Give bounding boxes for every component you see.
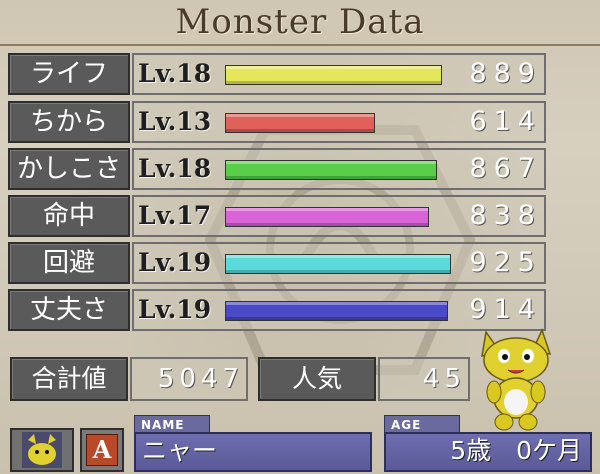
title-divider	[0, 44, 600, 46]
popularity-label: 人気	[258, 357, 376, 401]
stat-value: 925	[469, 247, 542, 278]
name-field[interactable]: ニャー	[134, 432, 372, 472]
stat-label: ちから	[8, 101, 130, 143]
stat-row-defense: 丈夫さ Lv.19 914	[8, 289, 546, 331]
popularity-value: 45	[378, 357, 470, 401]
stat-label: かしこさ	[8, 148, 130, 190]
stat-value: 614	[469, 106, 542, 137]
stat-row-power: ちから Lv.13 614	[8, 101, 546, 143]
stat-row-accuracy: 命中 Lv.17 838	[8, 195, 546, 237]
stat-level: Lv.19	[138, 248, 212, 277]
letter-a-button[interactable]: A	[80, 428, 124, 472]
monster-portrait	[481, 327, 552, 431]
stat-label: 回避	[8, 242, 130, 284]
stat-value: 838	[469, 200, 542, 231]
stat-level: Lv.19	[138, 295, 212, 324]
stat-bar	[225, 207, 429, 227]
stat-value: 914	[469, 294, 542, 325]
stat-bar	[225, 160, 437, 180]
stat-label: ライフ	[8, 53, 130, 95]
stat-row-life: ライフ Lv.18 889	[8, 53, 546, 95]
stat-row-evasion: 回避 Lv.19 925	[8, 242, 546, 284]
stat-level: Lv.17	[138, 201, 212, 230]
stat-label: 丈夫さ	[8, 289, 130, 331]
total-label: 合計値	[10, 357, 128, 401]
age-field: 5歳 0ケ月	[384, 432, 592, 472]
total-value: 5047	[130, 357, 248, 401]
stat-label: 命中	[8, 195, 130, 237]
letter-a-badge: A	[86, 434, 118, 466]
stat-value: 867	[469, 153, 542, 184]
stat-level: Lv.18	[138, 59, 212, 88]
stat-bar	[225, 254, 451, 274]
stat-row-intelligence: かしこさ Lv.18 867	[8, 148, 546, 190]
stat-bar	[225, 301, 448, 321]
stat-level: Lv.13	[138, 107, 212, 136]
cat-face-icon	[22, 432, 62, 468]
monster-icon-button[interactable]	[10, 428, 74, 472]
stat-bar	[225, 65, 442, 85]
stat-bar	[225, 113, 375, 133]
stat-level: Lv.18	[138, 154, 212, 183]
stat-value: 889	[469, 58, 542, 89]
page-title: Monster Data	[175, 2, 425, 42]
